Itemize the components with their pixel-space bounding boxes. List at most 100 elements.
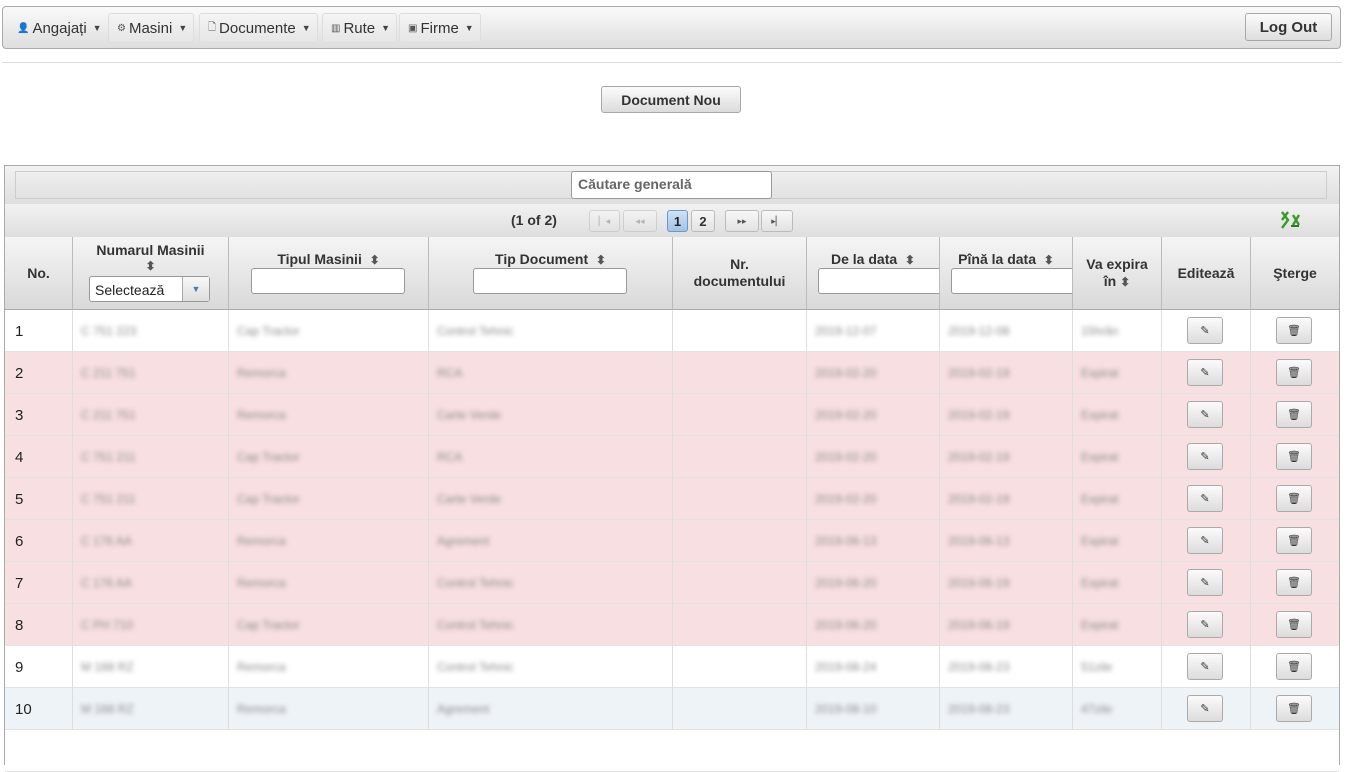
edit-button[interactable]: ✎ <box>1187 653 1223 680</box>
cell-edit: ✎ <box>1162 520 1251 562</box>
tip-doc-filter-input[interactable] <box>473 268 627 294</box>
last-page-button[interactable]: ▸▏ <box>761 210 793 232</box>
table-row[interactable]: 7 C 176 AA Remorca Control Tehnic 2019-06-20… <box>5 562 1339 604</box>
table-row[interactable]: 1 C 751 223 Cap Tractor Control Tehnic 2019-… <box>5 310 1339 352</box>
cell-nr <box>673 436 807 478</box>
col-expira-header[interactable]: Va expira în ⬍ <box>1073 237 1162 310</box>
cell-de-value: 2019-02-20 <box>815 408 877 422</box>
cell-doc-value: Control Tehnic <box>437 576 514 590</box>
delete-button[interactable]: 🗑 <box>1276 569 1312 596</box>
cell-pana: 2019-06-19 <box>940 604 1073 646</box>
dropdown-arrow-icon[interactable]: ▼ <box>182 277 209 301</box>
numar-filter-select[interactable]: Selectează ▼ <box>89 276 210 302</box>
col-tip-doc-header[interactable]: Tip Document ⬍ <box>429 237 673 310</box>
de-la-filter-input[interactable] <box>818 268 939 294</box>
col-de-la-header[interactable]: De la data ⬍ <box>807 237 940 310</box>
delete-button[interactable]: 🗑 <box>1276 317 1312 344</box>
delete-button[interactable]: 🗑 <box>1276 695 1312 722</box>
sort-icon[interactable]: ⬍ <box>1044 253 1054 267</box>
delete-button[interactable]: 🗑 <box>1276 527 1312 554</box>
cell-no-value: 6 <box>15 532 24 550</box>
new-document-button[interactable]: Document Nou <box>601 86 741 113</box>
excel-export-icon[interactable] <box>1278 209 1302 231</box>
page-1-button[interactable]: 1 <box>667 210 688 232</box>
cell-no-value: 2 <box>15 364 24 382</box>
prev-page-button[interactable]: ◂◂ <box>623 210 657 232</box>
cell-doc: Agrement <box>429 520 673 562</box>
pencil-icon: ✎ <box>1200 703 1210 715</box>
table-row[interactable]: 10 M 168 RZ Remorca Agrement 2019-08-10 2019-… <box>5 688 1339 730</box>
edit-button[interactable]: ✎ <box>1187 359 1223 386</box>
cell-nr <box>673 520 807 562</box>
menu-angajati[interactable]: 👤 Angajați ▼ <box>9 13 108 43</box>
tip-masina-filter-input[interactable] <box>251 268 405 294</box>
edit-button[interactable]: ✎ <box>1187 443 1223 470</box>
menu-rute[interactable]: ▥ Rute ▼ <box>322 13 398 43</box>
sort-icon[interactable]: ⬍ <box>1120 275 1130 289</box>
col-pana-la-header[interactable]: Pînă la data ⬍ <box>940 237 1073 310</box>
edit-button[interactable]: ✎ <box>1187 485 1223 512</box>
edit-button[interactable]: ✎ <box>1187 569 1223 596</box>
pencil-icon: ✎ <box>1200 367 1210 379</box>
sort-icon[interactable]: ⬍ <box>73 259 228 273</box>
sort-icon[interactable]: ⬍ <box>905 253 915 267</box>
first-page-button[interactable]: ▏◂ <box>589 210 620 232</box>
cell-doc-value: RCA <box>437 450 463 464</box>
edit-button[interactable]: ✎ <box>1187 527 1223 554</box>
cell-numar: C 751 211 <box>73 478 229 520</box>
trash-icon: 🗑 <box>1287 619 1301 631</box>
table-row[interactable]: 9 M 168 RZ Remorca Control Tehnic 2019-08-24… <box>5 646 1339 688</box>
table-row[interactable] <box>5 730 1339 772</box>
col-numar-label: Numarul Masinii <box>96 242 205 258</box>
delete-button[interactable]: 🗑 <box>1276 443 1312 470</box>
cell-de-value: 2019-06-20 <box>815 576 877 590</box>
cell-nr <box>673 394 807 436</box>
delete-button[interactable]: 🗑 <box>1276 485 1312 512</box>
delete-button[interactable]: 🗑 <box>1276 611 1312 638</box>
edit-button[interactable]: ✎ <box>1187 401 1223 428</box>
global-search-input[interactable]: Căutare generală <box>571 171 772 199</box>
menubar: 👤 Angajați ▼ ⚙ Masini ▼ 🗋 Documente ▼ ▥ … <box>2 6 1341 49</box>
trash-icon: 🗑 <box>1287 577 1301 589</box>
cell-numar: C 176 AA <box>73 520 229 562</box>
col-tip-masina-header[interactable]: Tipul Masinii ⬍ <box>229 237 429 310</box>
table-row[interactable]: 4 C 751 211 Cap Tractor RCA 2019-02-20 2019-0… <box>5 436 1339 478</box>
delete-button[interactable]: 🗑 <box>1276 359 1312 386</box>
cell-tip-value: Cap Tractor <box>237 450 300 464</box>
menu-masini[interactable]: ⚙ Masini ▼ <box>108 13 195 43</box>
cell-tip: Remorca <box>229 562 429 604</box>
edit-button[interactable]: ✎ <box>1187 695 1223 722</box>
cell-edit: ✎ <box>1162 310 1251 352</box>
pana-la-filter-input[interactable] <box>951 268 1072 294</box>
col-no-header[interactable]: No. <box>5 237 73 310</box>
table-row[interactable]: 6 C 176 AA Remorca Agrement 2019-06-13 2019-0… <box>5 520 1339 562</box>
table-row[interactable]: 3 C 211 751 Remorca Carte Verde 2019-02-20 20… <box>5 394 1339 436</box>
col-numar-header[interactable]: Numarul Masinii ⬍ Selectează ▼ <box>73 237 229 310</box>
logout-button[interactable]: Log Out <box>1245 13 1332 41</box>
next-page-button[interactable]: ▸▸ <box>725 210 759 232</box>
cell-numar-value: C 751 211 <box>81 450 136 464</box>
edit-button[interactable]: ✎ <box>1187 611 1223 638</box>
table-row[interactable]: 5 C 751 211 Cap Tractor Carte Verde 2019-02-… <box>5 478 1339 520</box>
delete-button[interactable]: 🗑 <box>1276 653 1312 680</box>
menu-firme[interactable]: ▣ Firme ▼ <box>399 13 481 43</box>
cell-numar: C 211 751 <box>73 352 229 394</box>
table-row[interactable]: 8 C PH 710 Cap Tractor Control Tehnic 2019-0… <box>5 604 1339 646</box>
menu-firme-label: Firme <box>420 19 459 37</box>
trash-icon: 🗑 <box>1287 535 1301 547</box>
sort-icon[interactable]: ⬍ <box>370 253 380 267</box>
cell-exp: 47zile <box>1073 688 1162 730</box>
cell-exp: Expirat <box>1073 604 1162 646</box>
delete-button[interactable]: 🗑 <box>1276 401 1312 428</box>
cell-de: 2019-08-24 <box>807 646 940 688</box>
table-row[interactable]: 2 C 211 751 Remorca RCA 2019-02-20 2019-02-19… <box>5 352 1339 394</box>
cell-pana: 2019-08-23 <box>940 646 1073 688</box>
sort-icon[interactable]: ⬍ <box>596 253 606 267</box>
page-2-button[interactable]: 2 <box>691 210 715 232</box>
cell-edit: ✎ <box>1162 394 1251 436</box>
cell-doc-value: RCA <box>437 366 463 380</box>
cell-tip: Remorca <box>229 394 429 436</box>
menu-documente[interactable]: 🗋 Documente ▼ <box>199 13 318 43</box>
edit-button[interactable]: ✎ <box>1187 317 1223 344</box>
cell-numar-value: C 211 751 <box>81 366 136 380</box>
